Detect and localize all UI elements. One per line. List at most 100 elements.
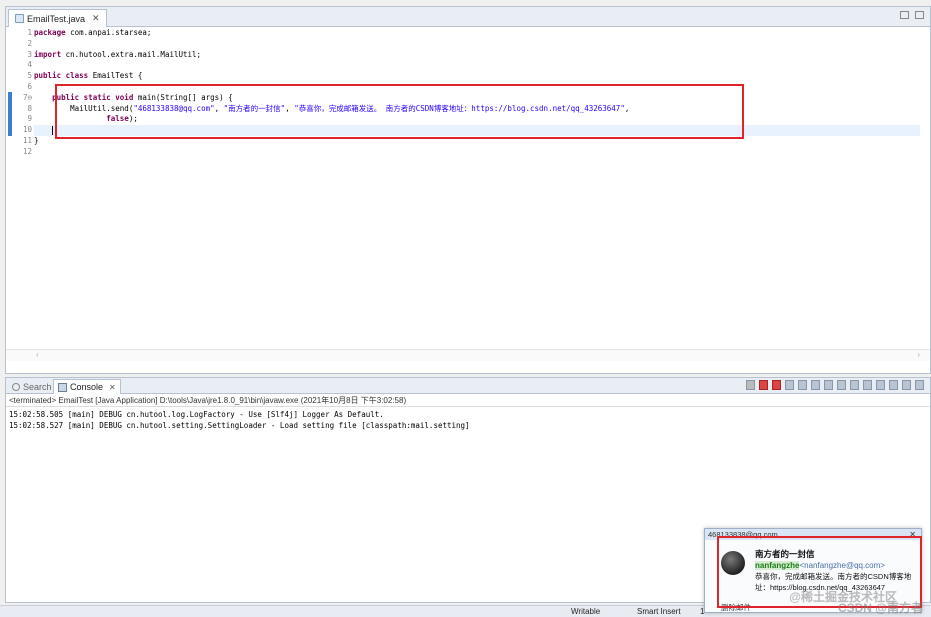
code-keyword: false [106,114,129,124]
code-string: "南方者的一封信" [223,103,286,113]
console-line: 15:02:58.505 [main] DEBUG cn.hutool.log.… [9,410,384,419]
code-keyword: class [65,71,89,81]
code-area[interactable]: 1 2 3 4 5 6 7⊖ 8 9 10 11 12 package com.anpai.stars… [6,28,930,361]
line-number: 11 [22,135,32,145]
line-number: 5 [27,71,32,81]
console-output[interactable]: 15:02:58.505 [main] DEBUG cn.hutool.log.… [6,407,930,433]
tab-console-label: Console [70,382,104,392]
code-line[interactable] [34,147,920,158]
scroll-left-icon[interactable]: ‹ [36,350,39,359]
horizontal-scrollbar[interactable]: ‹ › [6,349,930,361]
word-wrap-icon[interactable] [811,380,820,390]
code-text: , [624,103,630,113]
search-icon [12,382,20,391]
pin-console-icon[interactable] [850,380,859,390]
delete-mail-link[interactable]: 删除邮件 [721,602,751,613]
clear-console-icon[interactable] [785,380,794,390]
tab-search[interactable]: Search [8,379,56,394]
code-text: ); [128,114,138,124]
maximize-icon[interactable] [915,380,924,390]
tab-search-label: Search [23,381,52,392]
close-icon[interactable]: ✕ [109,383,116,392]
notification-sender-name: nanfangzhe [755,561,800,570]
code-string: "恭喜你，完成邮箱发送。 南方者的CSDN博客地址：https://blog.c… [294,103,625,113]
code-keyword: void [115,92,134,102]
code-line[interactable]: false); [34,114,920,125]
display-console-icon[interactable] [863,380,872,390]
line-number-gutter: 1 2 3 4 5 6 7⊖ 8 9 10 11 12 [16,28,32,158]
notification-body-line1: 恭喜你，完成邮箱发送。南方者的CSDN博客地 [755,572,912,581]
editor-tabbar: EmailTest.java ✕ [6,7,930,27]
code-keyword: import [34,49,62,59]
line-number: 8 [27,103,32,113]
remove-all-icon[interactable] [772,380,781,390]
editor-tab-label: EmailTest.java [27,13,86,24]
code-text: cn.hutool.extra.mail.MailUtil; [61,49,202,59]
code-line[interactable]: public static void main(String[] args) { [34,93,920,104]
editor-tab-emailtest[interactable]: EmailTest.java ✕ [8,9,107,27]
line-number: 2 [27,38,32,48]
console-icon [58,382,67,392]
show-on-output-icon[interactable] [824,380,833,390]
avatar [721,551,745,575]
show-on-error-icon[interactable] [837,380,846,390]
console-launch-header: <terminated> EmailTest [Java Application… [6,394,930,407]
code-text: , [214,103,224,113]
code-line[interactable]: public class EmailTest { [34,71,920,82]
terminate-icon[interactable] [746,380,755,390]
code-keyword: public [34,71,62,81]
code-text: , [285,103,295,113]
scroll-lock-icon[interactable] [798,380,807,390]
remove-launch-icon[interactable] [759,380,768,390]
code-text: main(String[] args) { [133,92,233,102]
text-cursor [52,125,54,135]
status-writable: Writable [571,607,601,616]
code-keyword: public [52,92,80,102]
notification-sender-email: <nanfangzhe@qq.com> [799,561,885,570]
code-line[interactable] [34,125,920,136]
close-icon[interactable]: ✕ [92,13,100,24]
overview-ruler [6,28,16,361]
notification-title: 468133838@qq.com [708,530,778,539]
notification-content[interactable]: 南方者的一封信 nanfangzhe<nanfangzhe@qq.com> 恭喜… [755,549,920,593]
view-menu-icon[interactable] [889,380,898,390]
code-text: } [34,135,39,145]
code-string: "468133838@qq.com" [133,103,215,113]
console-line: 15:02:58.527 [main] DEBUG cn.hutool.sett… [9,421,470,430]
notification-title-bar: 468133838@qq.com ✕ [705,529,921,540]
java-file-icon [15,14,24,23]
code-text: com.anpai.starsea; [65,28,152,37]
code-line[interactable] [34,60,920,71]
code-text: MailUtil.send( [34,103,134,113]
code-line[interactable]: } [34,136,920,147]
notification-subject: 南方者的一封信 [755,549,815,559]
minimize-icon[interactable] [900,11,909,19]
tab-console[interactable]: Console ✕ [53,379,121,394]
maximize-icon[interactable] [915,11,924,19]
code-text: EmailTest { [88,71,143,81]
code-keyword: static [83,92,111,102]
code-line[interactable]: import cn.hutool.extra.mail.MailUtil; [34,50,920,61]
code-line[interactable]: MailUtil.send("468133838@qq.com", "南方者的一… [34,104,920,115]
line-number: 1 [27,28,32,37]
window-controls [900,11,924,19]
code-keyword: package [34,28,66,37]
code-line[interactable] [34,82,920,93]
line-number: 12 [22,146,32,156]
line-number: 9 [27,114,32,124]
watermark-line2: CSDN @南方者 [837,601,923,615]
line-number: 3 [27,49,32,59]
line-number: 6 [27,81,32,91]
open-console-icon[interactable] [876,380,885,390]
code-line[interactable] [34,39,920,50]
close-icon[interactable]: ✕ [909,529,916,540]
code-lines[interactable]: package com.anpai.starsea; import cn.huto… [34,28,920,158]
minimize-icon[interactable] [902,380,911,390]
scroll-right-icon[interactable]: › [917,350,920,359]
code-line[interactable]: package com.anpai.starsea; [34,28,920,39]
console-tabbar: Search Console ✕ [6,378,930,394]
ide-window: EmailTest.java ✕ 1 2 3 4 5 6 7⊖ 8 9 10 11 12 packag… [0,0,931,617]
